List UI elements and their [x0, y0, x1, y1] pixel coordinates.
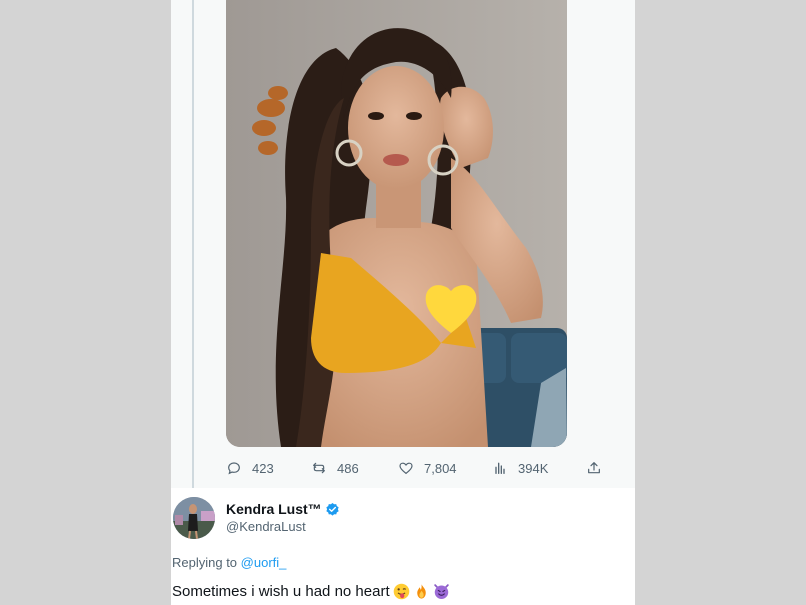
tweet-media-image[interactable] — [226, 0, 567, 447]
verified-badge-icon — [326, 502, 339, 516]
view-count: 394K — [518, 460, 549, 476]
tweet-action-bar: 423 486 7,804 394K — [226, 458, 606, 478]
reply-count: 423 — [252, 460, 274, 476]
reply-button[interactable]: 423 — [226, 458, 274, 478]
photo-illustration — [226, 0, 567, 447]
like-button[interactable]: 7,804 — [398, 458, 457, 478]
share-icon — [588, 462, 600, 474]
reply-body: Sometimes i wish u had no heart — [172, 583, 450, 600]
retweet-button[interactable]: 486 — [311, 458, 359, 478]
user-handle[interactable]: @KendraLust — [226, 519, 306, 534]
comment-icon — [228, 462, 240, 475]
avatar[interactable] — [173, 497, 215, 539]
replying-to-line: Replying to @uorfi_ — [172, 555, 286, 570]
avatar-image — [173, 497, 215, 539]
fire-emoji-icon — [416, 584, 426, 599]
analytics-icon — [495, 462, 505, 474]
thread-connector-line — [192, 0, 194, 488]
like-count: 7,804 — [424, 460, 457, 476]
retweet-icon — [313, 462, 325, 474]
winking-tongue-emoji-icon — [393, 583, 409, 600]
smiling-devil-emoji-icon — [433, 584, 449, 599]
author-name-row[interactable]: Kendra Lust™ — [226, 501, 340, 517]
tweet-column: 423 486 7,804 394K Kendra Lust™ @KendraL… — [171, 0, 635, 605]
reply-tweet[interactable]: Kendra Lust™ @KendraLust Replying to @uo… — [171, 488, 635, 605]
share-button[interactable] — [586, 458, 612, 478]
reply-text: Sometimes i wish u had no heart — [172, 583, 390, 600]
replying-mention-link[interactable]: @uorfi_ — [241, 555, 287, 570]
replying-prefix: Replying to — [172, 555, 238, 570]
views-button[interactable]: 394K — [492, 458, 548, 478]
heart-icon — [399, 462, 413, 475]
retweet-count: 486 — [337, 460, 359, 476]
display-name[interactable]: Kendra Lust™ — [226, 501, 322, 517]
